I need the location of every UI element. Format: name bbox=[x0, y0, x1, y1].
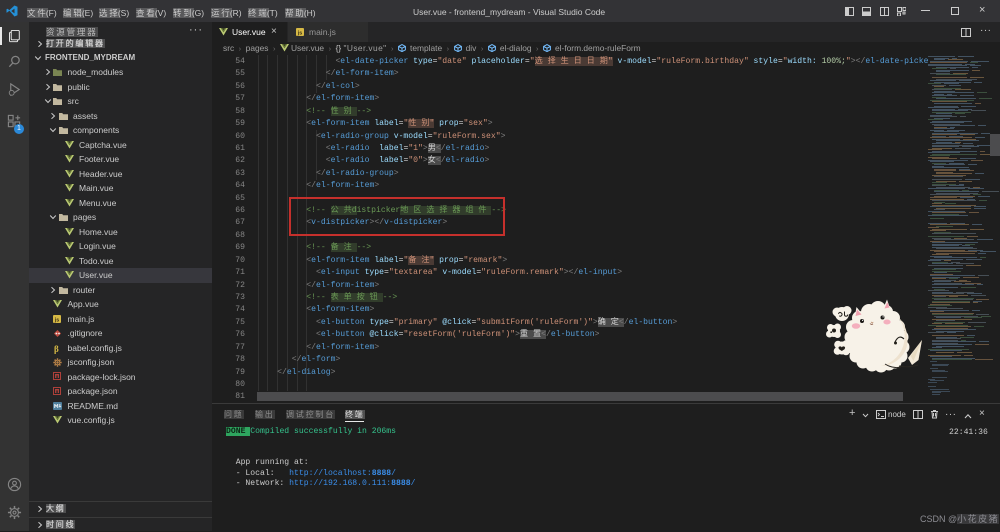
svg-text:js: js bbox=[54, 317, 60, 323]
svg-text:js: js bbox=[297, 30, 303, 36]
